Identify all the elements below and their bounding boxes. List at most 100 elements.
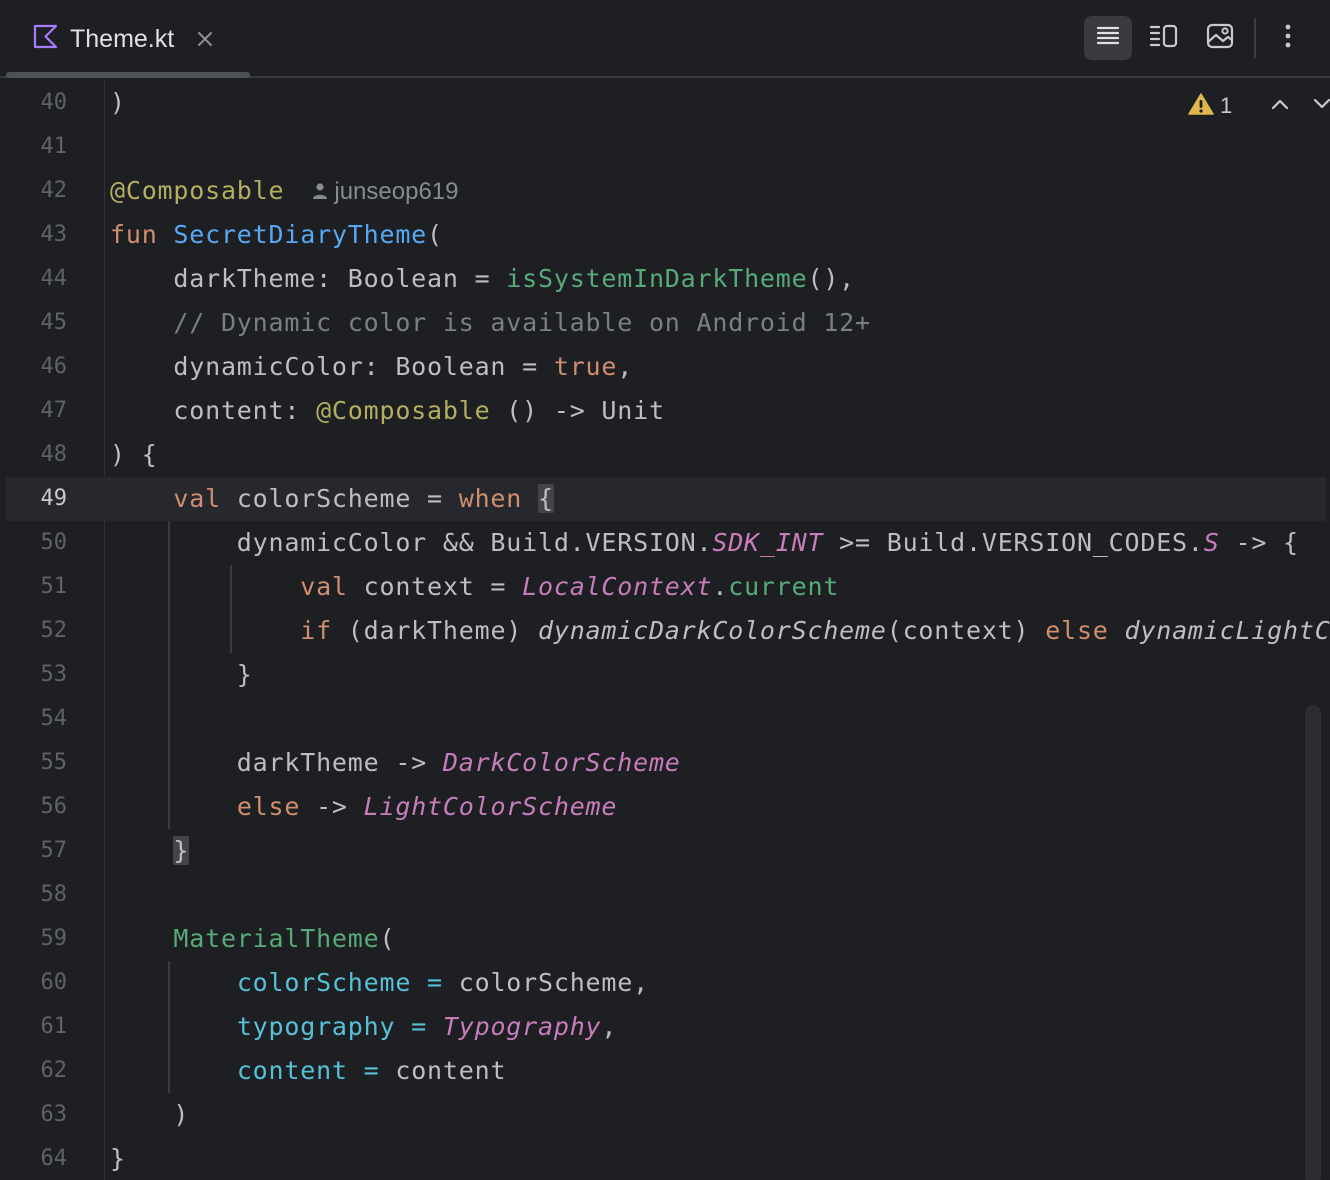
- code-line[interactable]: 49 val colorScheme = when {: [0, 477, 1330, 521]
- code-token: (darkTheme): [347, 616, 538, 645]
- code-token: (context): [886, 616, 1046, 645]
- editor-tab-theme-kt[interactable]: Theme.kt: [32, 20, 214, 58]
- code-token: when: [458, 484, 538, 513]
- code-token: darkTheme: Boolean =: [110, 264, 507, 293]
- more-options-button[interactable]: [1264, 16, 1312, 60]
- code-editor[interactable]: 40) 41 42 @Composable junseop619 43 fun Secret…: [0, 80, 1330, 1180]
- next-highlight-button[interactable]: [1312, 97, 1330, 116]
- code-line[interactable]: 63 ): [0, 1093, 1330, 1137]
- more-vertical-icon: [1284, 23, 1292, 54]
- vertical-scrollbar[interactable]: [1305, 705, 1321, 1180]
- split-view-button[interactable]: [1140, 16, 1188, 60]
- tab-underline: [6, 72, 250, 78]
- code-text: ) {: [110, 433, 158, 477]
- line-number: 46: [40, 354, 68, 379]
- warning-icon: [1188, 92, 1214, 121]
- code-token: SecretDiaryTheme: [173, 220, 428, 249]
- line-number: 60: [40, 970, 68, 995]
- code-text: ): [110, 81, 126, 125]
- code-token: content: [236, 1056, 348, 1085]
- code-token: ): [110, 88, 126, 117]
- code-text: typography = Typography,: [110, 1005, 617, 1049]
- line-number: 45: [40, 310, 68, 335]
- code-line[interactable]: 54: [0, 697, 1330, 741]
- code-author-hint[interactable]: junseop619: [312, 178, 459, 205]
- code-line[interactable]: 59 MaterialTheme(: [0, 917, 1330, 961]
- code-text: colorScheme = colorScheme,: [110, 961, 649, 1005]
- warning-count: 1: [1220, 93, 1233, 118]
- code-token: LocalContext: [522, 572, 713, 601]
- line-number: 40: [40, 90, 68, 115]
- design-view-button[interactable]: [1196, 16, 1244, 60]
- line-number: 52: [40, 618, 68, 643]
- code-token: Typography: [442, 1012, 602, 1041]
- code-text: }: [110, 653, 253, 697]
- kotlin-file-icon: [32, 23, 60, 56]
- inspection-widget[interactable]: 1: [1188, 90, 1330, 122]
- code-token: dynamicColor && Build.VERSION.: [110, 528, 713, 557]
- code-token: if: [300, 616, 348, 645]
- code-line[interactable]: 50 dynamicColor && Build.VERSION.SDK_INT…: [0, 521, 1330, 565]
- design-view-icon: [1206, 23, 1234, 54]
- close-icon[interactable]: [196, 30, 214, 48]
- code-token: context =: [363, 572, 523, 601]
- code-line[interactable]: 42 @Composable junseop619: [0, 169, 1330, 213]
- code-line[interactable]: 57 }: [0, 829, 1330, 873]
- line-number: 63: [40, 1102, 68, 1127]
- code-token: dynamicDarkColorScheme: [538, 616, 887, 645]
- code-text: }: [110, 1137, 126, 1180]
- code-token: }: [173, 836, 190, 865]
- code-line[interactable]: 48) {: [0, 433, 1330, 477]
- line-number: 57: [40, 838, 68, 863]
- code-line[interactable]: 43 fun SecretDiaryTheme(: [0, 213, 1330, 257]
- code-line[interactable]: 55 darkTheme -> DarkColorScheme: [0, 741, 1330, 785]
- code-text: // Dynamic color is available on Android…: [110, 301, 871, 345]
- code-token: }: [110, 660, 253, 689]
- code-token: darkTheme ->: [110, 748, 443, 777]
- line-number: 51: [40, 574, 68, 599]
- code-line[interactable]: 41: [0, 125, 1330, 169]
- code-text: }: [110, 829, 190, 873]
- code-token: val: [300, 572, 364, 601]
- code-token: colorScheme,: [458, 968, 649, 997]
- code-token: SDK_INT: [712, 528, 824, 557]
- code-line[interactable]: 44 darkTheme: Boolean = isSystemInDarkTh…: [0, 257, 1330, 301]
- code-line[interactable]: 56 else -> LightColorScheme: [0, 785, 1330, 829]
- code-token: -> {: [1219, 528, 1299, 557]
- line-number: 64: [40, 1146, 68, 1171]
- code-token: =: [395, 1012, 443, 1041]
- code-line[interactable]: 61 typography = Typography,: [0, 1005, 1330, 1049]
- code-line[interactable]: 53 }: [0, 653, 1330, 697]
- code-token: ->: [316, 792, 364, 821]
- line-number: 50: [40, 530, 68, 555]
- code-line[interactable]: 52 if (darkTheme) dynamicDarkColorScheme…: [0, 609, 1330, 653]
- line-number: 43: [40, 222, 68, 247]
- code-line[interactable]: 40): [0, 81, 1330, 125]
- code-line[interactable]: 60 colorScheme = colorScheme,: [0, 961, 1330, 1005]
- code-token: // Dynamic color is available on Android…: [110, 308, 871, 337]
- code-line[interactable]: 62 content = content: [0, 1049, 1330, 1093]
- line-number: 62: [40, 1058, 68, 1083]
- code-token: MaterialTheme: [173, 924, 380, 953]
- code-line[interactable]: 64}: [0, 1137, 1330, 1180]
- code-text: @Composable junseop619: [110, 169, 459, 214]
- code-token: typography: [236, 1012, 396, 1041]
- code-line[interactable]: 46 dynamicColor: Boolean = true,: [0, 345, 1330, 389]
- tab-title: Theme.kt: [70, 24, 175, 53]
- code-line[interactable]: 45 // Dynamic color is available on Andr…: [0, 301, 1330, 345]
- code-token: fun: [110, 220, 174, 249]
- code-token: content: [395, 1056, 507, 1085]
- code-token: ,: [617, 352, 634, 381]
- code-line[interactable]: 51 val context = LocalContext.current: [0, 565, 1330, 609]
- code-token: isSystemInDarkTheme: [506, 264, 808, 293]
- line-number: 47: [40, 398, 68, 423]
- code-line[interactable]: 47 content: @Composable () -> Unit: [0, 389, 1330, 433]
- code-line[interactable]: 58: [0, 873, 1330, 917]
- code-view-button[interactable]: [1084, 16, 1132, 60]
- previous-highlight-button[interactable]: [1270, 97, 1290, 116]
- chevron-down-icon: [1312, 97, 1330, 116]
